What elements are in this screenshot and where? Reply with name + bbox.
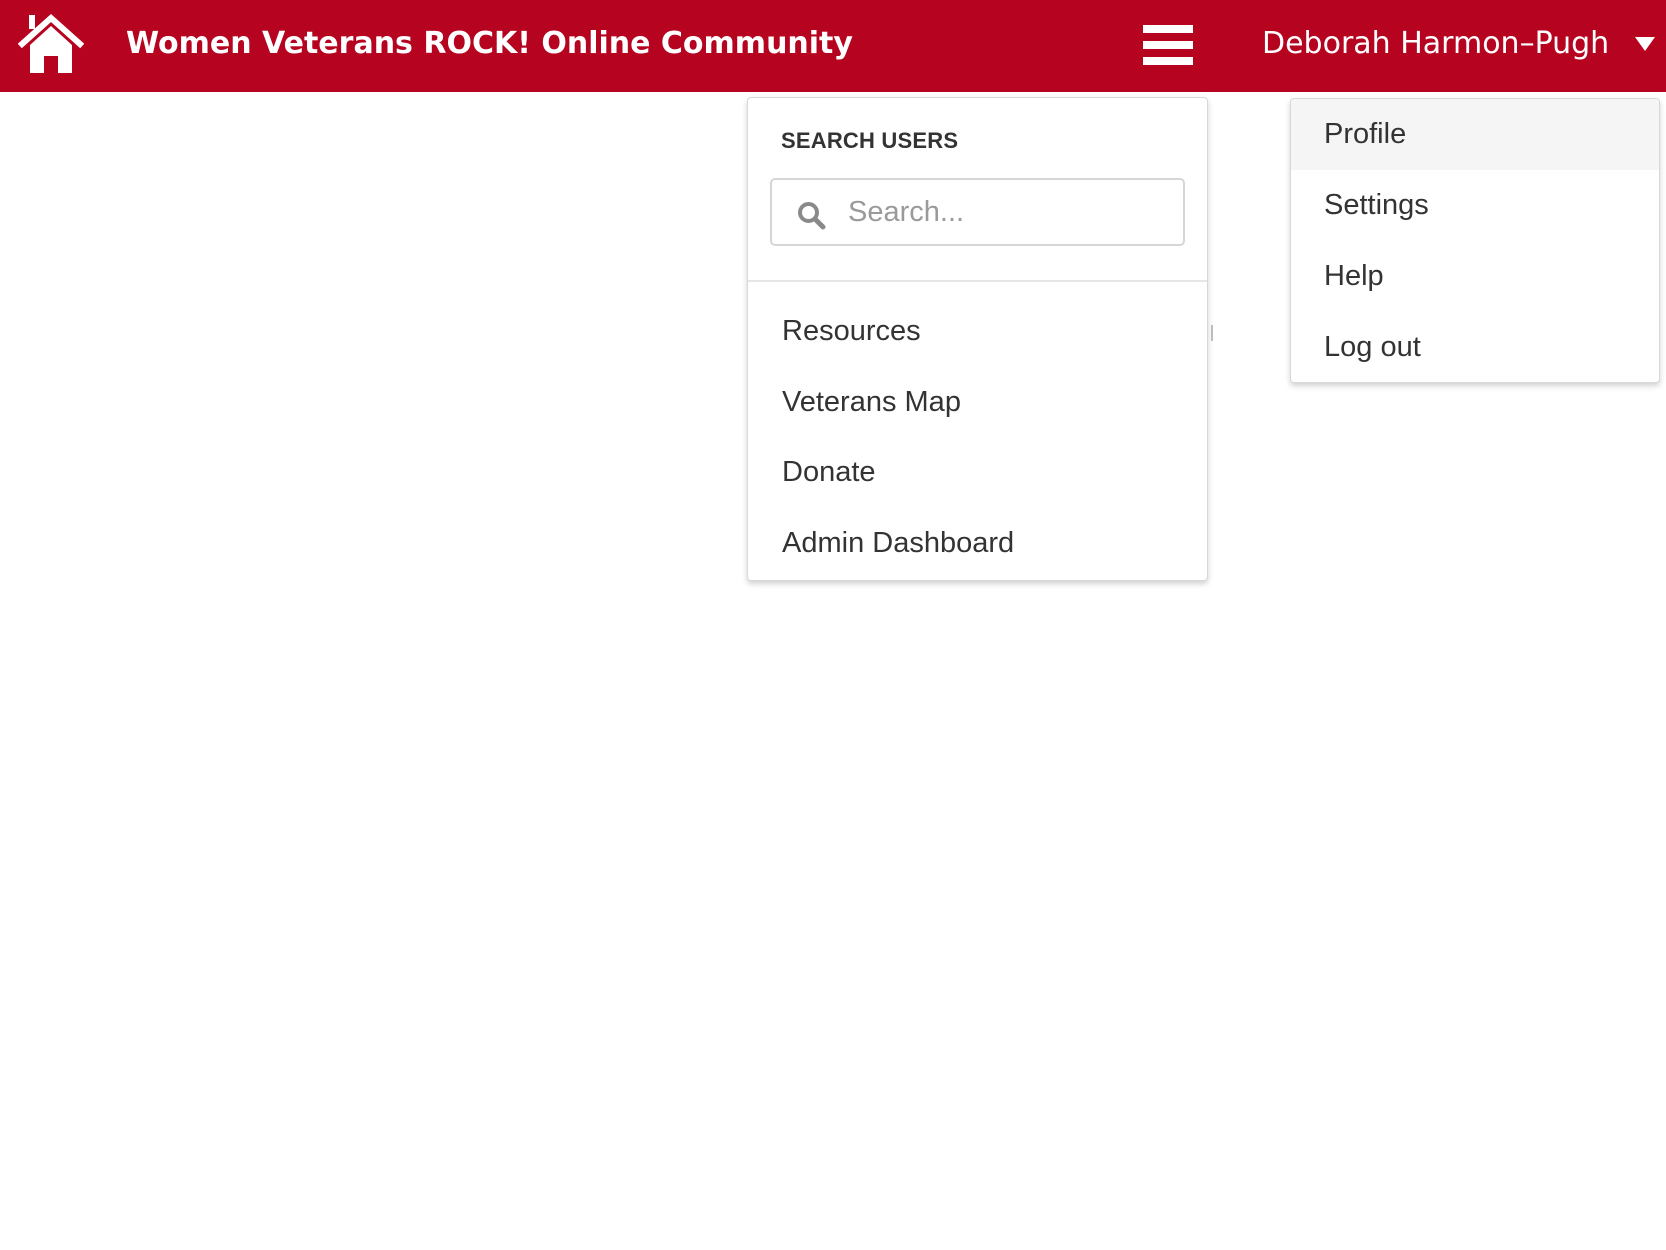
user-menu-item-log-out[interactable]: Log out [1291, 312, 1659, 382]
hamburger-line [1143, 57, 1193, 65]
menu-item-veterans-map[interactable]: Veterans Map [748, 372, 1207, 432]
user-menu-item-profile[interactable]: Profile [1291, 99, 1659, 170]
home-icon [18, 13, 84, 73]
divider-mark [1211, 325, 1213, 341]
search-icon [796, 200, 826, 230]
app-title[interactable]: Women Veterans ROCK! Online Community [126, 22, 853, 66]
caret-down-icon [1635, 37, 1656, 51]
menu-item-donate[interactable]: Donate [748, 442, 1207, 502]
search-users-heading: SEARCH USERS [781, 128, 959, 153]
menu-item-admin-dashboard[interactable]: Admin Dashboard [748, 513, 1207, 573]
hamburger-line [1143, 41, 1193, 49]
search-users-box[interactable] [770, 178, 1185, 246]
menu-item-resources[interactable]: Resources [748, 301, 1207, 361]
home-button[interactable] [18, 12, 84, 78]
user-menu-dropdown: Profile Settings Help Log out [1290, 98, 1660, 383]
user-menu-toggle[interactable]: Deborah Harmon–Pugh [1262, 20, 1656, 68]
user-menu-item-help[interactable]: Help [1291, 241, 1659, 312]
search-users-input[interactable] [848, 188, 1168, 236]
main-menu-dropdown: SEARCH USERS Resources Veterans Map Dona… [747, 97, 1208, 581]
hamburger-menu-button[interactable] [1140, 20, 1196, 70]
top-navigation-bar: Women Veterans ROCK! Online Community De… [0, 0, 1666, 92]
user-name: Deborah Harmon–Pugh [1262, 26, 1610, 61]
user-menu-item-settings[interactable]: Settings [1291, 170, 1659, 241]
hamburger-menu-icon [1143, 25, 1193, 33]
menu-divider [748, 280, 1207, 282]
